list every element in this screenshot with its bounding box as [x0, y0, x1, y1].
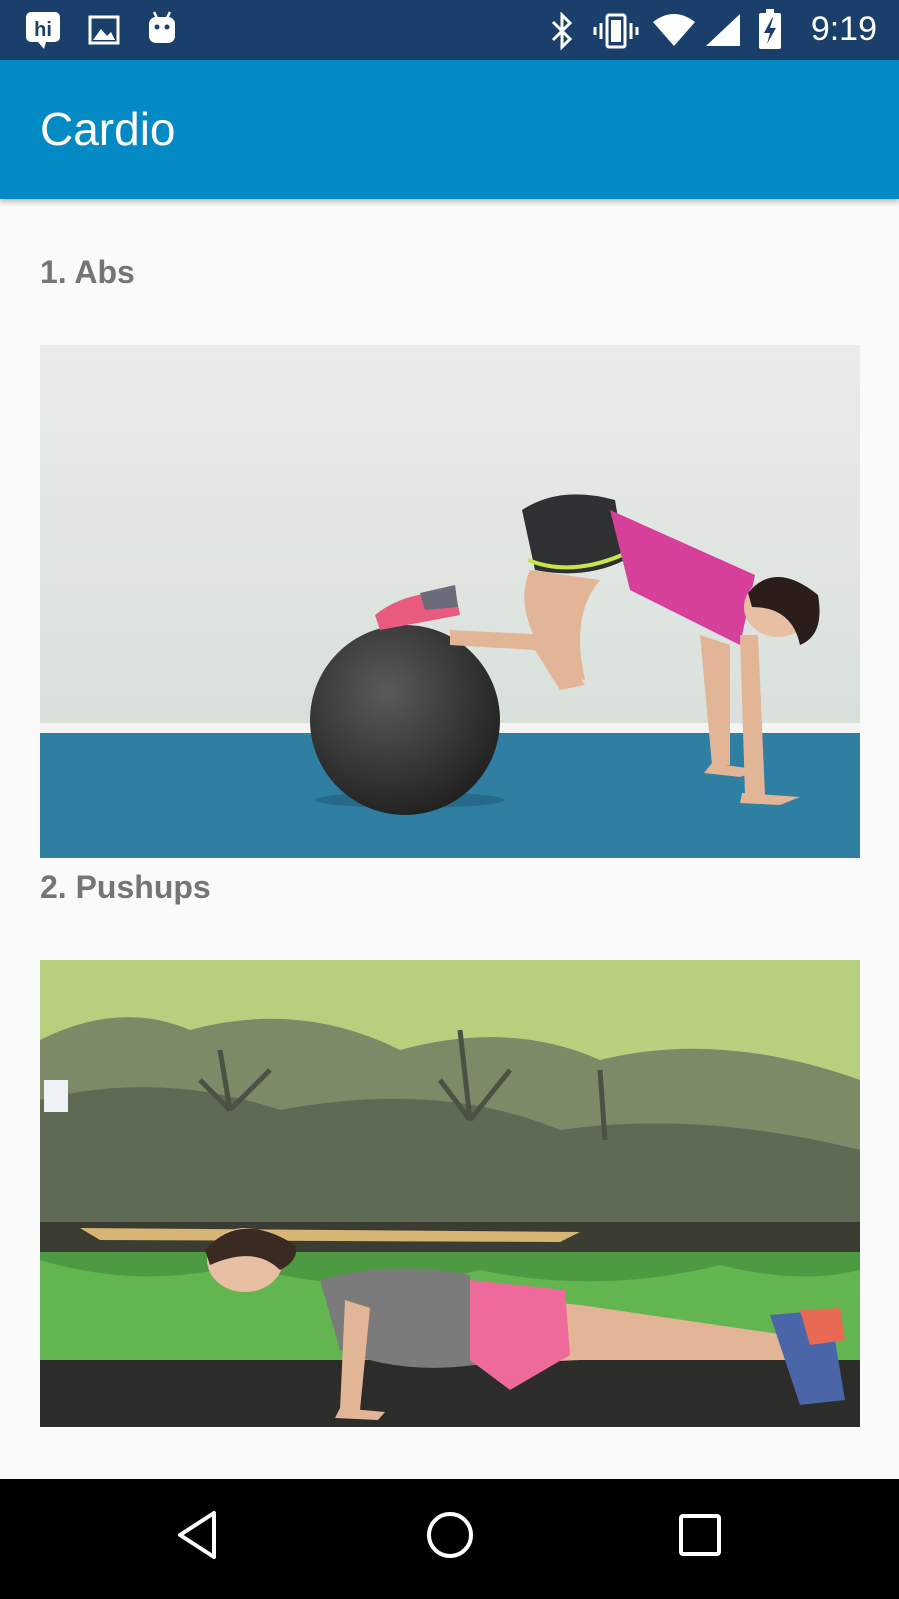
image-icon [88, 15, 120, 45]
hi-app-icon: hi [26, 12, 60, 49]
back-icon[interactable] [170, 1505, 230, 1565]
wifi-icon [653, 14, 695, 46]
exercise-image-abs [40, 345, 860, 858]
home-icon[interactable] [420, 1505, 480, 1565]
exercise-list[interactable]: 1. Abs 2. Pushups [0, 199, 899, 1479]
exercise-image-pushups [40, 960, 860, 1427]
recents-icon[interactable] [670, 1505, 730, 1565]
bluetooth-icon [551, 12, 573, 50]
navigation-bar [0, 1479, 899, 1599]
svg-text:hi: hi [34, 19, 52, 41]
android-icon [149, 11, 175, 43]
vibrate-icon [593, 13, 639, 49]
status-time: 9:19 [810, 10, 877, 48]
exercise-title-pushups: 2. Pushups [40, 869, 211, 905]
status-bar: hi 9:19 [0, 0, 899, 60]
battery-charging-icon [759, 9, 781, 49]
page-title: Cardio [40, 103, 176, 155]
exercise-title-abs: 1. Abs [40, 254, 135, 290]
app-bar: Cardio [0, 60, 899, 199]
signal-icon [706, 14, 740, 46]
